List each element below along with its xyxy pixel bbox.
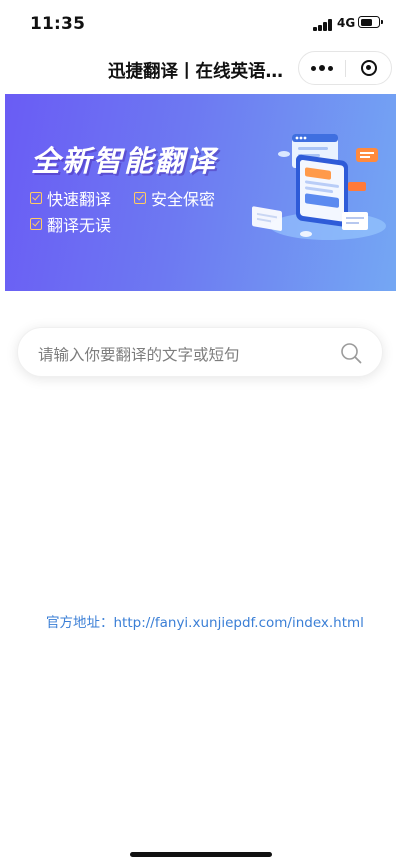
network-type: 4G — [337, 16, 356, 30]
feature-fast: 快速翻译 — [30, 186, 111, 210]
status-time: 11:35 — [30, 14, 86, 34]
search-input[interactable]: 请输入你要翻译的文字或短句 — [17, 327, 383, 377]
official-address: 官方地址：http://fanyi.xunjiepdf.com/index.ht… — [46, 611, 364, 631]
check-icon — [30, 192, 42, 204]
search-placeholder: 请输入你要翻译的文字或短句 — [38, 346, 240, 364]
feature-secure: 安全保密 — [134, 186, 215, 210]
feature-accurate: 翻译无误 — [30, 212, 111, 236]
check-icon — [30, 218, 42, 230]
battery-icon — [358, 16, 383, 28]
banner-title: 全新智能翻译 — [31, 144, 218, 178]
feature-label: 快速翻译 — [47, 190, 112, 209]
status-bar: 11:35 4G — [0, 0, 400, 48]
more-icon[interactable] — [299, 52, 345, 84]
check-icon — [134, 192, 146, 204]
feature-label: 翻译无误 — [47, 216, 112, 235]
miniprogram-capsule — [298, 51, 392, 85]
home-indicator[interactable] — [130, 852, 272, 857]
search-icon[interactable] — [340, 342, 362, 364]
phone-illustration-icon — [252, 134, 386, 240]
nav-bar: 迅捷翻译丨在线英语翻译 — [0, 48, 400, 90]
address-link[interactable]: http://fanyi.xunjiepdf.com/index.html — [114, 615, 364, 631]
address-label: 官方地址： — [46, 615, 114, 631]
signal-icon — [313, 18, 333, 31]
feature-label: 安全保密 — [151, 190, 216, 209]
close-miniprogram-icon[interactable] — [346, 52, 392, 84]
page-title: 迅捷翻译丨在线英语翻译 — [108, 62, 296, 82]
